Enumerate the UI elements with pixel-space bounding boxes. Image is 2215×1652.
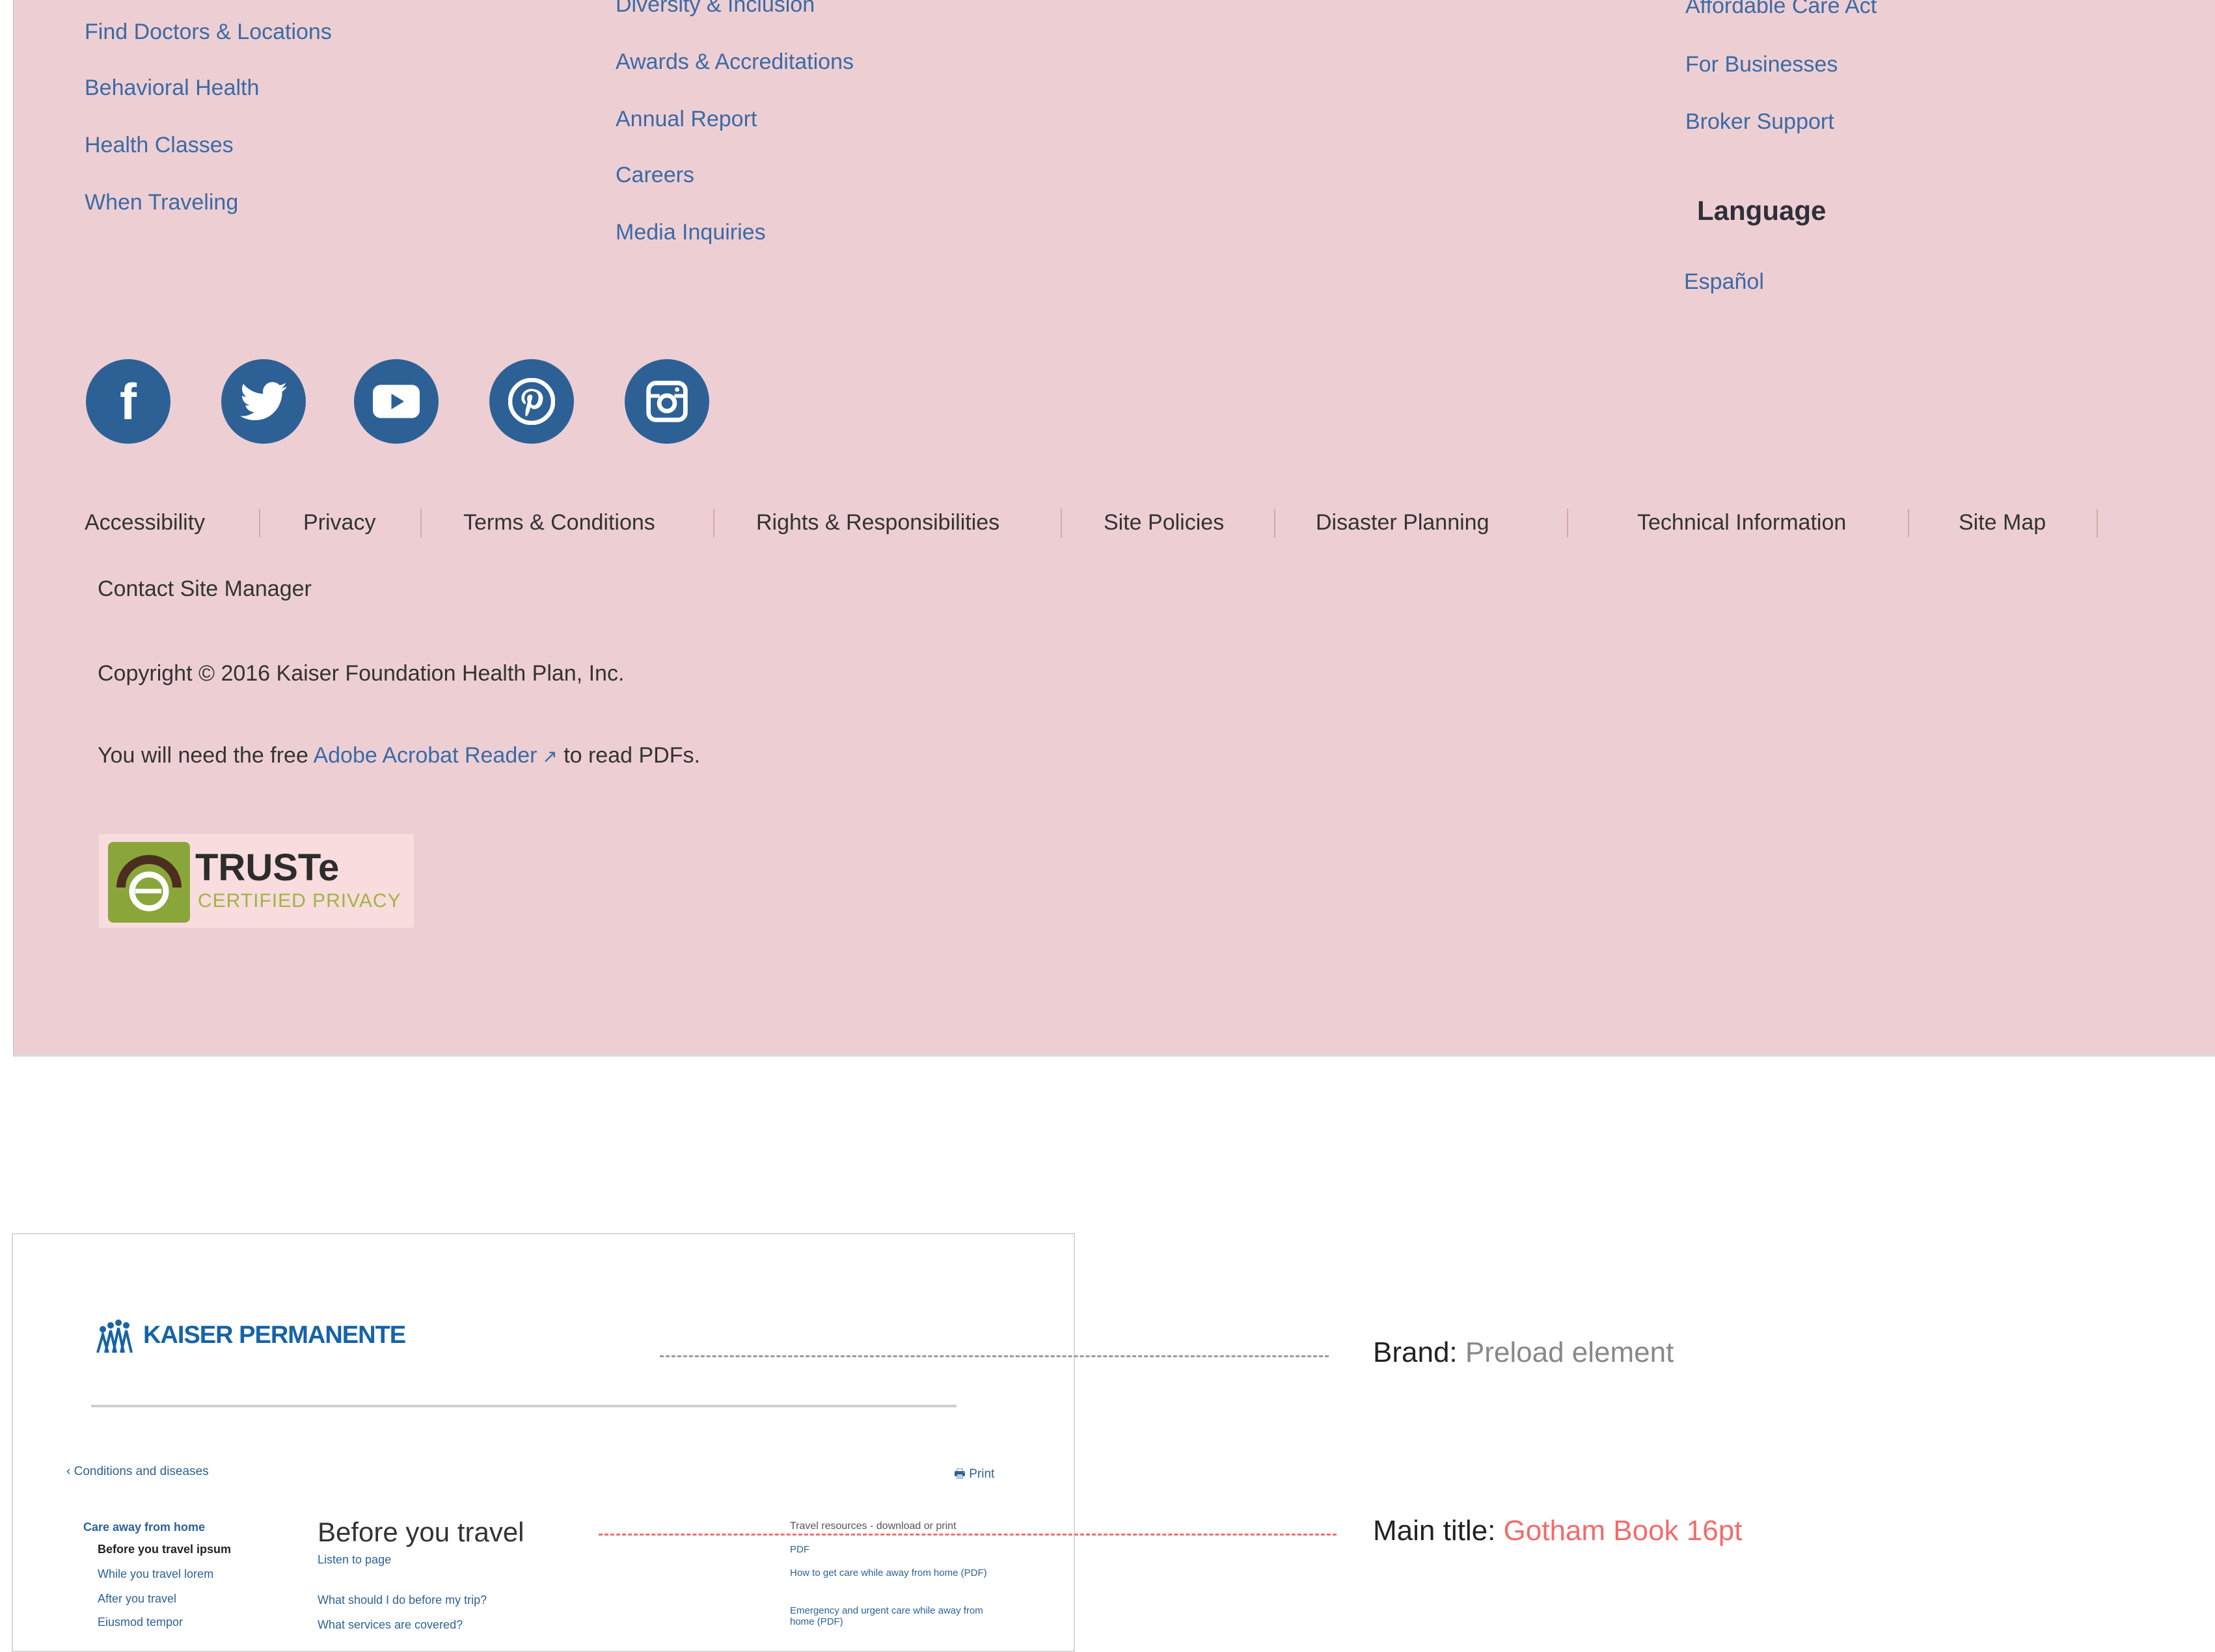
brand-annotation-label: Brand:	[1373, 1336, 1458, 1368]
title-annotation-value: Gotham Book 16pt	[1503, 1515, 1743, 1547]
back-link-label: Conditions and diseases	[74, 1465, 209, 1478]
legal-separator	[1061, 509, 1062, 537]
question-link[interactable]: What services are covered?	[318, 1618, 463, 1632]
legal-link-rights[interactable]: Rights & Responsibilities	[756, 510, 999, 535]
resource-link[interactable]: How to get care while away from home (PD…	[790, 1567, 1005, 1578]
legal-separator	[1274, 509, 1275, 537]
contact-site-manager-link[interactable]: Contact Site Manager	[98, 576, 312, 602]
legal-separator	[2097, 509, 2098, 537]
brand-annotation-value: Preload element	[1465, 1336, 1674, 1368]
brand-logo: KAISER PERMANENTE	[96, 1318, 406, 1353]
truste-seal-icon	[108, 842, 190, 923]
truste-title: TRUSTe	[195, 846, 340, 889]
legal-separator	[1567, 509, 1568, 537]
side-nav-item[interactable]: Eiusmod tempor	[98, 1616, 183, 1629]
footer-link-when-traveling[interactable]: When Traveling	[85, 190, 238, 215]
kaiser-permanente-logo-icon	[96, 1320, 133, 1353]
page-title: Before you travel	[318, 1517, 524, 1547]
listen-to-page-link[interactable]: Listen to page	[318, 1553, 391, 1567]
footer-link-find-doctors[interactable]: Find Doctors & Locations	[85, 20, 332, 45]
footer-link-behavioral-health[interactable]: Behavioral Health	[85, 75, 259, 101]
legal-link-site-policies[interactable]: Site Policies	[1104, 510, 1224, 535]
footer-link-for-businesses[interactable]: For Businesses	[1685, 52, 1838, 77]
facebook-button[interactable]: f	[86, 359, 170, 444]
side-nav-heading[interactable]: Care away from home	[83, 1521, 205, 1534]
header-divider	[91, 1405, 957, 1407]
printer-icon: 🖶	[954, 1467, 970, 1481]
twitter-button[interactable]	[221, 359, 306, 444]
instagram-icon	[646, 381, 688, 422]
footer-link-affordable-care-act[interactable]: Affordable Care Act	[1685, 0, 1877, 19]
legal-link-site-map[interactable]: Site Map	[1959, 510, 2046, 535]
brand-name: KAISER PERMANENTE	[143, 1321, 406, 1349]
chevron-left-icon: ‹	[66, 1465, 74, 1478]
legal-link-privacy[interactable]: Privacy	[303, 510, 375, 535]
twitter-icon	[240, 382, 287, 420]
footer-link-broker-support[interactable]: Broker Support	[1685, 109, 1834, 135]
legal-separator	[713, 509, 714, 537]
site-footer: Find Doctors & Locations Behavioral Heal…	[13, 0, 2215, 1057]
copyright-text: Copyright © 2016 Kaiser Foundation Healt…	[98, 661, 625, 686]
adobe-acrobat-link-label: Adobe Acrobat Reader	[313, 743, 537, 768]
legal-link-disaster-planning[interactable]: Disaster Planning	[1316, 510, 1489, 535]
legal-separator	[420, 509, 422, 537]
print-button[interactable]: 🖶 Print	[954, 1465, 994, 1485]
footer-link-awards[interactable]: Awards & Accreditations	[616, 49, 854, 75]
title-annotation-label: Main title:	[1373, 1515, 1496, 1547]
brand-annotation: Brand: Preload element	[1373, 1336, 1674, 1369]
title-annotation: Main title: Gotham Book 16pt	[1373, 1515, 1742, 1547]
legal-link-terms[interactable]: Terms & Conditions	[463, 510, 655, 535]
footer-link-diversity[interactable]: Diversity & Inclusion	[616, 0, 815, 18]
resource-link[interactable]: Emergency and urgent care while away fro…	[790, 1605, 1005, 1627]
resources-heading: Travel resources - download or print	[790, 1521, 957, 1532]
brand-leader-line	[660, 1355, 1329, 1357]
legal-separator	[259, 509, 260, 537]
footer-link-careers[interactable]: Careers	[616, 163, 694, 188]
acrobat-notice-prefix: You will need the free	[98, 743, 308, 768]
side-nav-item[interactable]: After you travel	[98, 1592, 176, 1606]
footer-link-annual-report[interactable]: Annual Report	[616, 107, 757, 132]
language-link-espanol[interactable]: Español	[1684, 269, 1764, 295]
back-link[interactable]: ‹ Conditions and diseases	[66, 1465, 209, 1479]
side-nav-item-active[interactable]: Before you travel ipsum	[98, 1543, 231, 1556]
print-button-label: Print	[969, 1467, 995, 1481]
side-nav-item[interactable]: While you travel lorem	[98, 1567, 213, 1581]
youtube-button[interactable]	[354, 359, 439, 444]
pinterest-button[interactable]	[489, 359, 574, 444]
resource-link[interactable]: PDF	[790, 1544, 809, 1555]
facebook-icon: f	[120, 372, 137, 430]
youtube-icon	[373, 385, 420, 418]
adobe-acrobat-link[interactable]: Adobe Acrobat Reader ↗	[313, 743, 557, 768]
legal-separator	[1908, 509, 1909, 537]
acrobat-notice: You will need the free Adobe Acrobat Rea…	[98, 743, 700, 768]
truste-badge[interactable]: TRUSTe CERTIFIED PRIVACY	[98, 833, 415, 929]
design-preview: KAISER PERMANENTE ‹ Conditions and disea…	[12, 1233, 1075, 1652]
footer-link-health-classes[interactable]: Health Classes	[85, 133, 234, 158]
title-leader-line	[599, 1534, 1337, 1536]
footer-link-media-inquiries[interactable]: Media Inquiries	[616, 220, 766, 245]
legal-link-accessibility[interactable]: Accessibility	[85, 510, 205, 535]
pinterest-icon	[508, 378, 555, 425]
question-link[interactable]: What should I do before my trip?	[318, 1593, 487, 1607]
truste-subtitle: CERTIFIED PRIVACY	[198, 890, 401, 912]
acrobat-notice-suffix: to read PDFs.	[564, 743, 700, 768]
external-link-icon: ↗	[537, 746, 558, 766]
language-heading: Language	[1697, 195, 1827, 226]
legal-link-technical-info[interactable]: Technical Information	[1637, 510, 1846, 535]
instagram-button[interactable]	[625, 359, 709, 444]
